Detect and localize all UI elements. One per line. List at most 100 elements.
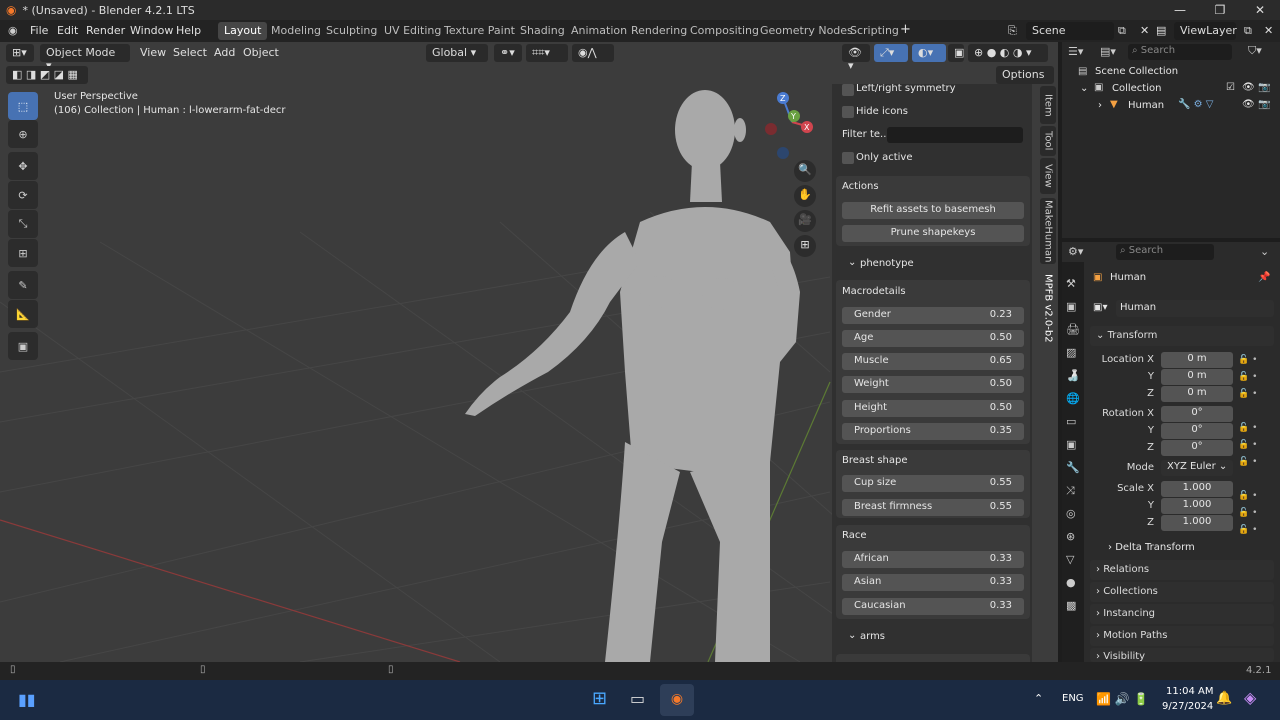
annotate-tool-icon[interactable]: ✎ (8, 271, 38, 299)
phenotype-header[interactable]: phenotype (860, 258, 914, 269)
collections-panel-header[interactable]: › Collections (1090, 582, 1274, 602)
collection-label[interactable]: Collection (1112, 83, 1161, 94)
properties-options-icon[interactable]: ⌄ (1260, 245, 1269, 258)
tab-item[interactable]: Item (1040, 86, 1056, 124)
close-button[interactable]: ✕ (1240, 0, 1280, 20)
scale-y-field[interactable]: 1.000 (1161, 498, 1233, 514)
blender-menu-icon[interactable]: ◉ (8, 24, 18, 37)
arms-chevron-icon[interactable]: ⌄ (848, 630, 856, 641)
human-model[interactable] (465, 90, 800, 662)
tab-compositing[interactable]: Compositing (684, 22, 765, 40)
mode-selector[interactable]: Object Mode ▾ (40, 44, 130, 72)
delta-transform-header[interactable]: › Delta Transform (1108, 542, 1195, 553)
scale-tool-icon[interactable]: ⤡ (8, 210, 38, 238)
age-slider[interactable]: Age 0.50 (842, 330, 1024, 347)
copilot-icon[interactable]: ◈ (1244, 688, 1256, 707)
rotation-y-field[interactable]: 0° (1161, 423, 1233, 439)
gender-slider[interactable]: Gender 0.23 (842, 307, 1024, 324)
rotation-x-field[interactable]: 0° (1161, 406, 1233, 422)
tab-mpfb[interactable]: MPFB v2.0-b2 (1040, 268, 1056, 348)
tab-sculpting[interactable]: Sculpting (320, 22, 383, 40)
select-box-tool-icon[interactable]: ⬚ (8, 92, 38, 120)
tab-shading[interactable]: Shading (514, 22, 571, 40)
collection-camera-icon[interactable]: 📷 (1258, 82, 1270, 93)
location-y-field[interactable]: 0 m (1161, 369, 1233, 385)
menu-object[interactable]: Object (243, 46, 279, 59)
properties-search-input[interactable]: ⌕ Search (1116, 244, 1214, 260)
widgets-icon[interactable]: ▮▮ (18, 690, 36, 709)
african-slider[interactable]: African 0.33 (842, 551, 1024, 568)
cursor-tool-icon[interactable]: ⊕ (8, 120, 38, 148)
relations-panel-header[interactable]: › Relations (1090, 560, 1274, 580)
measure-tool-icon[interactable]: 📐 (8, 300, 38, 328)
zoom-icon[interactable]: 🔍 (794, 160, 816, 182)
tab-rendering[interactable]: Rendering (625, 22, 693, 40)
collection-chevron-icon[interactable]: ⌄ (1080, 83, 1088, 94)
rotate-tool-icon[interactable]: ⟳ (8, 181, 38, 209)
refit-assets-button[interactable]: Refit assets to basemesh (842, 202, 1024, 219)
clock-date[interactable]: 9/27/2024 (1162, 701, 1213, 712)
symmetry-checkbox[interactable] (842, 84, 854, 96)
proportions-slider[interactable]: Proportions 0.35 (842, 423, 1024, 440)
pan-hand-icon[interactable]: ✋ (794, 185, 816, 207)
proportional-edit-icon[interactable]: ◉⋀ (572, 44, 614, 62)
editor-type-button[interactable]: ⊞▾ (6, 44, 34, 62)
xray-icon[interactable]: ▣ (948, 44, 964, 62)
menu-window[interactable]: Window (130, 24, 173, 37)
height-slider[interactable]: Height 0.50 (842, 400, 1024, 417)
pin-icon[interactable]: 📌 (1258, 272, 1270, 283)
navigation-gizmo[interactable]: Z X Y (758, 88, 828, 168)
hide-icons-checkbox[interactable] (842, 106, 854, 118)
caucasian-slider[interactable]: Caucasian 0.33 (842, 598, 1024, 615)
options-dropdown[interactable]: Options ▾ (996, 66, 1054, 94)
shading-modes-icon[interactable]: ⊕ ● ◐ ◑ ▾ (968, 44, 1048, 62)
human-label[interactable]: Human (1128, 100, 1164, 111)
human-eye-icon[interactable]: 👁 (1242, 99, 1255, 110)
maximize-button[interactable]: ❐ (1200, 0, 1240, 20)
prune-shapekeys-button[interactable]: Prune shapekeys (842, 225, 1024, 242)
tab-makehuman[interactable]: MakeHuman (1040, 198, 1056, 264)
grid-toggle-icon[interactable]: ⊞ (794, 235, 816, 257)
rotation-z-field[interactable]: 0° (1161, 440, 1233, 456)
tab-tool[interactable]: Tool (1040, 126, 1056, 156)
location-z-field[interactable]: 0 m (1161, 386, 1233, 402)
tab-animation[interactable]: Animation (565, 22, 633, 40)
tray-chevron-icon[interactable]: ⌃ (1034, 692, 1043, 705)
visibility-panel-header[interactable]: › Visibility (1090, 648, 1274, 662)
transform-panel-header[interactable]: ⌄ Transform (1090, 326, 1274, 346)
motion-paths-panel-header[interactable]: › Motion Paths (1090, 626, 1274, 646)
scene-close-icon[interactable]: ✕ (1140, 24, 1149, 37)
filter-input[interactable] (887, 127, 1023, 143)
visibility-icon[interactable]: 👁▾ (842, 44, 870, 72)
orientation-selector[interactable]: Global ▾ (426, 44, 488, 62)
pivot-icon[interactable]: ⚭▾ (494, 44, 522, 62)
filter-icon[interactable]: ⛉▾ (1248, 44, 1262, 58)
human-chevron-icon[interactable]: › (1098, 100, 1102, 111)
tab-texture-paint[interactable]: Texture Paint (438, 22, 521, 40)
tab-layout[interactable]: Layout (218, 22, 268, 40)
scene-collection-label[interactable]: Scene Collection (1095, 66, 1178, 77)
outliner-editor-icon[interactable]: ☰▾ (1068, 45, 1083, 58)
human-camera-icon[interactable]: 📷 (1258, 99, 1270, 110)
menu-edit[interactable]: Edit (57, 24, 78, 37)
clock-time[interactable]: 11:04 AM (1166, 686, 1213, 697)
start-icon[interactable]: ⊞ (592, 688, 607, 709)
gizmo-toggle-icon[interactable]: ⤢▾ (874, 44, 908, 62)
display-mode-icon[interactable]: ▤▾ (1100, 45, 1116, 58)
transform-tool-icon[interactable]: ⊞ (8, 239, 38, 267)
properties-editor-icon[interactable]: ⚙▾ (1068, 245, 1083, 258)
menu-select[interactable]: Select (173, 46, 207, 59)
asian-slider[interactable]: Asian 0.33 (842, 574, 1024, 591)
arms-header[interactable]: arms (860, 631, 885, 642)
scale-z-field[interactable]: 1.000 (1161, 515, 1233, 531)
cup-size-slider[interactable]: Cup size 0.55 (842, 475, 1024, 492)
phenotype-chevron-icon[interactable]: ⌄ (848, 257, 856, 268)
only-active-checkbox[interactable] (842, 152, 854, 164)
breast-firmness-slider[interactable]: Breast firmness 0.55 (842, 499, 1024, 516)
language-indicator[interactable]: ENG (1062, 693, 1084, 704)
tab-uv-editing[interactable]: UV Editing (378, 22, 447, 40)
weight-slider[interactable]: Weight 0.50 (842, 376, 1024, 393)
lock-icons[interactable]: 🔓 • 🔓 • 🔓 • 🔓 • 🔓 • 🔓 • 🔓 • 🔓 • 🔓 • (1238, 352, 1257, 539)
task-view-icon[interactable]: ▭ (630, 689, 645, 708)
object-datablock-icon[interactable]: ▣▾ (1093, 302, 1107, 313)
